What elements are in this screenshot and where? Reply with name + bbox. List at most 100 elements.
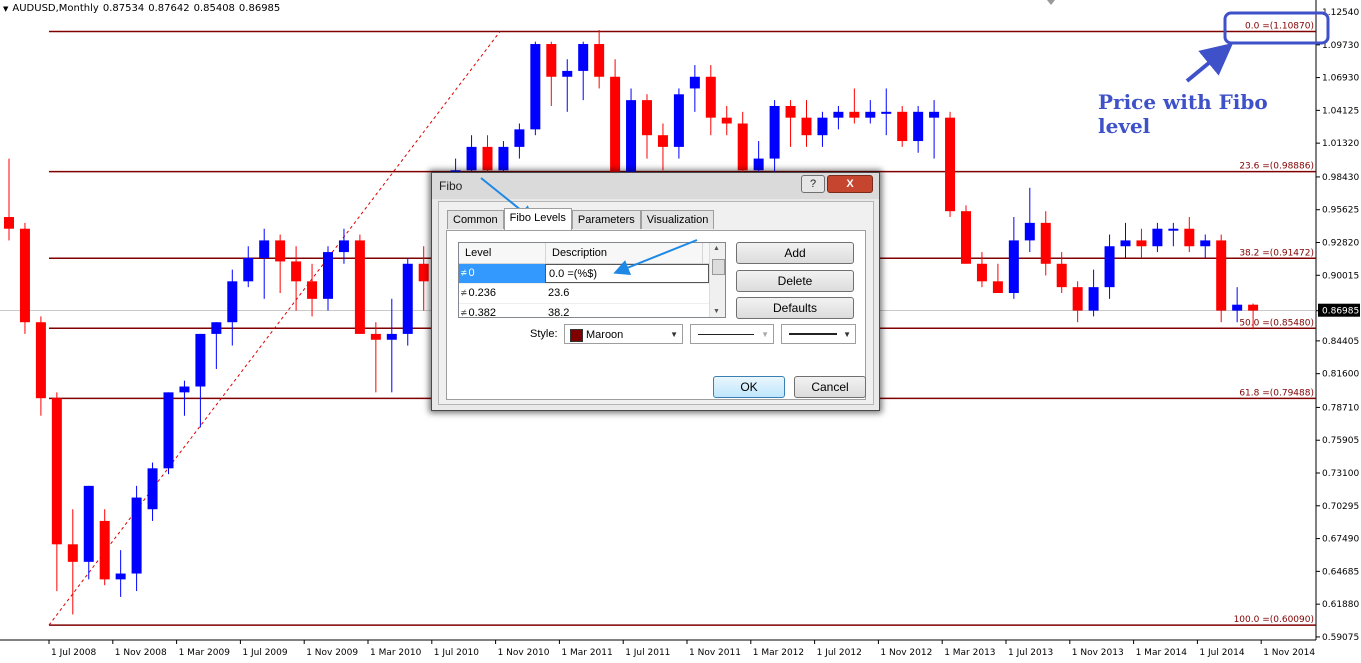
- candle-body: [354, 240, 365, 334]
- candle-body: [562, 70, 573, 77]
- candle-body: [817, 117, 828, 136]
- candle-body: [594, 44, 605, 77]
- color-select[interactable]: Maroon ▼: [564, 324, 683, 344]
- candle-body: [338, 240, 349, 253]
- candle-body: [275, 240, 286, 262]
- candle-body: [929, 111, 940, 118]
- ohlc-close: 0.86985: [238, 3, 281, 14]
- level-cell[interactable]: ≠ 0.382: [459, 304, 545, 318]
- scroll-up-icon[interactable]: ▲: [713, 245, 720, 252]
- grid-row[interactable]: ≠ 0.382 38.2: [459, 304, 709, 318]
- add-button[interactable]: Add: [736, 242, 854, 264]
- candle-body: [849, 111, 860, 118]
- y-tick-label: 0.64685: [1322, 567, 1359, 577]
- scroll-down-icon[interactable]: ▼: [713, 308, 720, 315]
- x-tick-label: 1 Mar 2009: [179, 648, 231, 658]
- fibo-level-label: 100.0 =(0.60090): [1234, 615, 1314, 625]
- y-tick-label: 0.92820: [1322, 239, 1359, 249]
- candle-body: [705, 76, 716, 118]
- candle-body: [721, 117, 732, 124]
- candle-body: [881, 111, 892, 114]
- level-line-icon: ≠: [461, 308, 467, 318]
- candle-body: [1104, 246, 1115, 288]
- candle-body: [291, 261, 302, 282]
- description-cell[interactable]: 38.2: [545, 304, 709, 317]
- help-button[interactable]: ?: [801, 175, 825, 193]
- y-tick-label: 0.75905: [1322, 436, 1359, 446]
- header-level[interactable]: Level: [459, 243, 546, 263]
- candle-body: [657, 135, 668, 147]
- levels-grid[interactable]: Level Description ≠ 0 0.0 =(%$) ≠ 0.236 23…: [458, 242, 726, 318]
- description-cell[interactable]: 0.0 =(%$): [545, 264, 709, 283]
- y-tick-label: 0.78710: [1322, 403, 1359, 413]
- y-tick-label: 0.59075: [1322, 633, 1359, 643]
- header-description[interactable]: Description: [546, 243, 703, 263]
- symbol-name: AUDUSD,Monthly: [12, 3, 99, 14]
- line-style-select[interactable]: ▼: [690, 324, 774, 344]
- dialog-titlebar[interactable]: Fibo ? X: [432, 173, 879, 199]
- description-cell[interactable]: 23.6: [545, 284, 709, 303]
- x-tick-label: 1 Mar 2011: [561, 648, 612, 658]
- color-swatch: [570, 329, 583, 342]
- y-tick-label: 1.12540: [1322, 8, 1359, 18]
- candle-body: [35, 322, 46, 399]
- y-tick-label: 0.90015: [1322, 271, 1359, 281]
- y-tick-label: 0.70295: [1322, 502, 1359, 512]
- x-tick-label: 1 Nov 2013: [1072, 648, 1124, 658]
- x-tick-label: 1 Jul 2012: [817, 648, 862, 658]
- x-tick-label: 1 Jul 2010: [434, 648, 479, 658]
- y-tick-label: 0.67490: [1322, 535, 1359, 545]
- candle-body: [1216, 240, 1227, 311]
- x-tick-label: 1 Nov 2010: [498, 648, 550, 658]
- candle-body: [1152, 228, 1163, 247]
- grid-row[interactable]: ≠ 0.236 23.6: [459, 284, 709, 304]
- candle-body: [514, 129, 525, 147]
- dialog-body: Common Fibo Levels Parameters Visualizat…: [438, 201, 874, 405]
- candle-body: [642, 100, 652, 136]
- tab-fibo-levels[interactable]: Fibo Levels: [503, 208, 572, 230]
- delete-button[interactable]: Delete: [736, 270, 854, 292]
- candle-body: [1056, 263, 1067, 288]
- candle-body: [1136, 240, 1147, 247]
- y-tick-label: 1.04125: [1322, 106, 1359, 116]
- ohlc-open: 0.87534: [102, 3, 145, 14]
- candle-body: [785, 105, 796, 118]
- y-tick-label: 0.73100: [1322, 469, 1359, 479]
- annotation-callout: Price with Fibo level: [1098, 90, 1268, 138]
- candle-body: [833, 111, 844, 118]
- y-tick-label: 1.06930: [1322, 74, 1359, 84]
- candle-body: [307, 281, 318, 299]
- grid-row[interactable]: ≠ 0 0.0 =(%$): [459, 264, 709, 284]
- candle-body: [179, 386, 190, 393]
- candle-body: [83, 485, 94, 562]
- candle-body: [961, 211, 971, 264]
- line-width-select[interactable]: ▼: [781, 324, 856, 344]
- grid-header: Level Description: [459, 243, 709, 264]
- level-cell[interactable]: ≠ 0: [459, 264, 545, 283]
- level-line-icon: ≠: [461, 288, 467, 299]
- grid-scrollbar[interactable]: ▲ ▼: [709, 243, 725, 317]
- ok-button[interactable]: OK: [713, 376, 785, 398]
- cancel-button[interactable]: Cancel: [794, 376, 866, 398]
- candle-body: [689, 76, 700, 89]
- candle-body: [578, 44, 589, 71]
- candle-body: [163, 392, 174, 469]
- candle-body: [865, 111, 876, 118]
- candle-body: [1248, 304, 1259, 311]
- defaults-button[interactable]: Defaults: [736, 297, 854, 319]
- tab-panel-fibo-levels: Level Description ≠ 0 0.0 =(%$) ≠ 0.236 23…: [446, 230, 866, 400]
- candle-body: [530, 44, 541, 130]
- level-cell[interactable]: ≠ 0.236: [459, 284, 545, 303]
- dialog-title: Fibo: [439, 179, 463, 193]
- y-tick-label: 0.84405: [1322, 337, 1359, 347]
- y-tick-label: 0.98430: [1322, 173, 1359, 183]
- line-width-sample: [789, 333, 837, 335]
- tab-parameters[interactable]: Parameters: [571, 210, 641, 229]
- close-button[interactable]: X: [827, 175, 873, 193]
- chevron-down-icon: ▼: [670, 330, 678, 339]
- ohlc-high: 0.87642: [148, 3, 190, 14]
- tab-common[interactable]: Common: [447, 210, 504, 229]
- tab-visualization[interactable]: Visualization: [640, 210, 715, 229]
- fibo-level-label: 38.2 =(0.91472): [1239, 248, 1314, 258]
- scroll-thumb[interactable]: [712, 259, 725, 275]
